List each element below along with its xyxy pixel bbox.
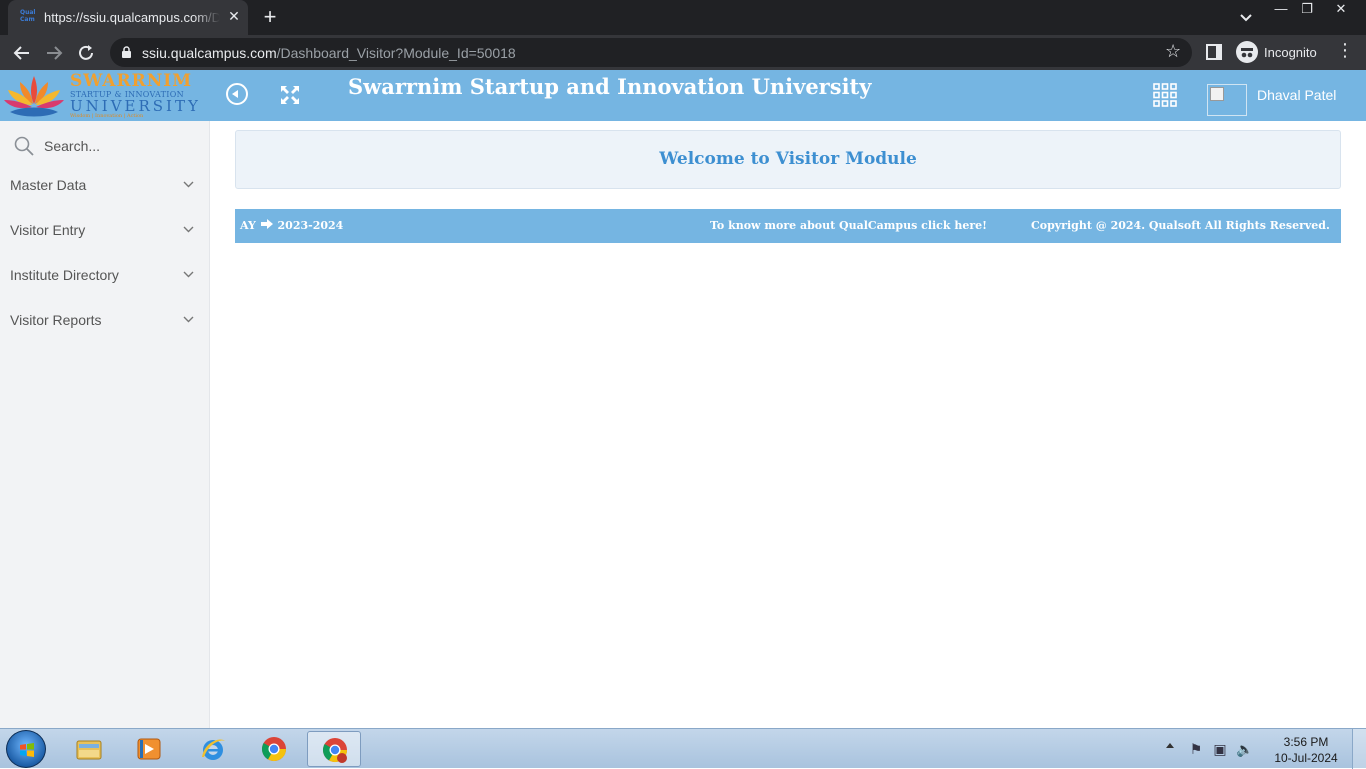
arrow-right-icon (260, 219, 273, 229)
lotus-logo-icon (4, 76, 64, 117)
info-bar: AY 2023-2024 To know more about QualCamp… (235, 209, 1341, 243)
academic-year: AY 2023-2024 (240, 219, 344, 232)
copyright-text: Copyright @ 2024. Qualsoft All Rights Re… (1031, 219, 1330, 232)
chevron-down-icon (183, 181, 194, 188)
welcome-panel: Welcome to Visitor Module (235, 130, 1341, 189)
url-text: ssiu.qualcampus.com/Dashboard_Visitor?Mo… (142, 45, 516, 61)
restore-window-button[interactable]: ❐ (1294, 0, 1320, 20)
folder-icon (76, 740, 102, 760)
close-window-button[interactable]: ✕ (1328, 0, 1354, 20)
broken-image-icon (1210, 87, 1224, 101)
browser-tab[interactable]: QualCam https://ssiu.qualcampus.com/Dash… (8, 0, 248, 35)
close-tab-icon[interactable]: ✕ (226, 8, 242, 24)
incognito-icon (1236, 41, 1258, 63)
taskbar-chrome[interactable] (247, 731, 301, 767)
volume-icon[interactable]: 🔈 (1236, 741, 1253, 757)
sidebar-search (0, 121, 209, 171)
university-title: Swarrnim Startup and Innovation Universi… (348, 74, 872, 99)
search-input[interactable] (44, 134, 200, 158)
sidebar-item-institute-directory[interactable]: Institute Directory (0, 255, 209, 295)
address-bar[interactable]: ssiu.qualcampus.com/Dashboard_Visitor?Mo… (110, 38, 1192, 67)
chrome-icon (261, 737, 286, 762)
taskbar-explorer[interactable] (62, 731, 116, 767)
side-panel-icon[interactable] (1206, 44, 1222, 60)
chevron-down-icon (183, 226, 194, 233)
incognito-indicator[interactable]: Incognito (1232, 39, 1324, 65)
sidebar-item-label: Institute Directory (10, 267, 119, 283)
kebab-menu-icon[interactable]: ⋮ (1336, 40, 1354, 61)
show-desktop-button[interactable] (1352, 729, 1366, 769)
tab-search-icon[interactable] (1236, 8, 1256, 28)
university-logo[interactable]: SWARRNIM STARTUP & INNOVATION UNIVERSITY… (0, 70, 210, 121)
welcome-heading: Welcome to Visitor Module (659, 149, 917, 169)
windows-logo-icon (20, 743, 34, 757)
media-player-icon (137, 738, 161, 760)
app-header: SWARRNIM STARTUP & INNOVATION UNIVERSITY… (0, 70, 1366, 121)
action-center-flag-icon[interactable]: ⚑ (1188, 741, 1204, 757)
chrome-incognito-icon (322, 738, 347, 763)
user-name[interactable]: Dhaval Patel (1257, 87, 1336, 103)
qualcampus-info-link[interactable]: To know more about QualCampus click here… (710, 219, 987, 232)
chevron-down-icon (183, 271, 194, 278)
browser-toolbar: ssiu.qualcampus.com/Dashboard_Visitor?Mo… (0, 35, 1366, 70)
forward-arrow-icon[interactable] (41, 40, 67, 66)
logo-wordmark: SWARRNIM STARTUP & INNOVATION UNIVERSITY… (70, 71, 201, 120)
taskbar-internet-explorer[interactable] (186, 731, 240, 767)
tab-title: https://ssiu.qualcampus.com/Dashboard_Vi… (44, 10, 220, 25)
lock-icon (122, 46, 131, 58)
sidebar-item-master-data[interactable]: Master Data (0, 165, 209, 205)
back-circle-icon[interactable] (226, 83, 248, 105)
minimize-window-button[interactable]: — (1268, 0, 1294, 20)
start-button[interactable] (6, 730, 46, 768)
sidebar-item-label: Master Data (10, 177, 87, 193)
user-avatar[interactable] (1207, 84, 1247, 116)
search-icon (14, 136, 34, 156)
taskbar-media-player[interactable] (122, 731, 176, 767)
show-hidden-icons-icon[interactable] (1166, 743, 1174, 748)
apps-grid-icon[interactable] (1152, 82, 1178, 108)
fullscreen-icon[interactable] (278, 83, 302, 107)
qualcampus-favicon-icon: Qual Cam (20, 9, 36, 23)
sidebar-item-label: Visitor Entry (10, 222, 86, 238)
browser-tab-strip: QualCam https://ssiu.qualcampus.com/Dash… (0, 0, 1366, 35)
back-arrow-icon[interactable] (9, 40, 35, 66)
reload-icon[interactable] (73, 40, 99, 66)
sidebar: Master Data Visitor Entry Institute Dire… (0, 121, 210, 728)
taskbar-chrome-incognito[interactable] (307, 731, 361, 767)
network-icon[interactable]: ▣ (1212, 741, 1228, 757)
sidebar-item-label: Visitor Reports (10, 312, 102, 328)
sidebar-item-visitor-entry[interactable]: Visitor Entry (0, 210, 209, 250)
star-icon[interactable]: ☆ (1165, 41, 1181, 62)
clock-time: 3:56 PM (1283, 735, 1329, 749)
incognito-label: Incognito (1264, 45, 1317, 60)
internet-explorer-icon (202, 739, 225, 760)
chevron-down-icon (183, 316, 194, 323)
clock-date: 10-Jul-2024 (1274, 751, 1338, 765)
system-clock[interactable]: 3:56 PM 10-Jul-2024 (1266, 734, 1346, 766)
sidebar-item-visitor-reports[interactable]: Visitor Reports (0, 300, 209, 340)
os-taskbar: ⚑ ▣ 🔈 3:56 PM 10-Jul-2024 (0, 728, 1366, 769)
new-tab-button[interactable]: + (258, 6, 282, 30)
